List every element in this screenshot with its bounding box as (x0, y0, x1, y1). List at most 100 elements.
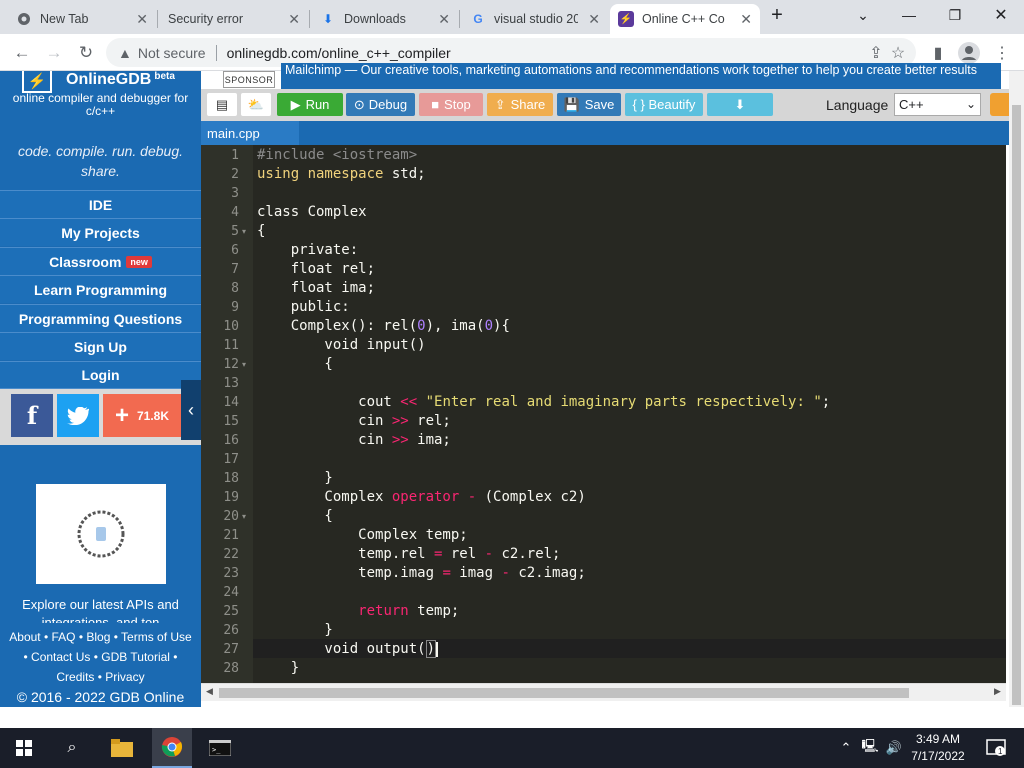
volume-icon[interactable]: 🔊 (882, 728, 906, 768)
code-line[interactable]: temp.imag = imag - c2.imag; (257, 564, 586, 583)
code-line[interactable]: } (257, 469, 332, 488)
close-icon[interactable]: ✕ (288, 11, 300, 28)
tab-online-cpp[interactable]: ⚡ Online C++ Co ✕ (610, 4, 760, 34)
share-count-button[interactable]: +71.8K (103, 394, 181, 437)
notification-icon[interactable]: 1 (982, 728, 1010, 768)
settings-icon[interactable] (990, 93, 1010, 116)
page-vertical-scrollbar[interactable] (1009, 71, 1024, 707)
ad-image[interactable] (36, 484, 166, 584)
code-line[interactable]: public: (257, 298, 350, 317)
facebook-icon[interactable]: f (11, 394, 53, 437)
code-line[interactable]: { (257, 355, 332, 374)
new-file-icon[interactable]: ▤ (207, 93, 237, 116)
forward-icon[interactable]: → (40, 39, 68, 67)
code-line[interactable]: Complex operator - (Complex c2) (257, 488, 585, 507)
code-line[interactable]: float rel; (257, 260, 375, 279)
code-line[interactable]: } (257, 659, 299, 678)
fold-arrow-icon[interactable]: ▾ (242, 512, 246, 521)
code-line[interactable]: class Complex (257, 203, 367, 222)
share-button[interactable]: ⇪ Share (487, 93, 553, 116)
editor-toolbar: ▤ ⛅ ▶ Run ⊙ Debug ■ Stop ⇪ Share 💾 Save { } B… (201, 89, 1010, 121)
line-number: 12 (223, 357, 239, 372)
sidebar-item-my-projects[interactable]: My Projects (0, 218, 201, 246)
chevron-up-icon[interactable]: ⌃ (836, 728, 856, 768)
code-line[interactable]: using namespace std; (257, 165, 426, 184)
twitter-icon[interactable] (57, 394, 99, 437)
file-explorer-icon[interactable] (104, 728, 140, 768)
new-tab-button[interactable]: + (760, 0, 794, 30)
sidebar-item-programming-questions[interactable]: Programming Questions (0, 304, 201, 332)
beautify-button[interactable]: { } Beautify (625, 93, 703, 116)
windows-start-icon[interactable] (6, 728, 42, 768)
language-select[interactable]: C++ ⌄ (894, 93, 981, 116)
chrome-taskbar-icon[interactable] (152, 728, 192, 768)
code-line[interactable]: temp.rel = rel - c2.rel; (257, 545, 560, 564)
system-clock[interactable]: 3:49 AM 7/17/2022 (906, 731, 970, 765)
scroll-left-icon[interactable]: ◀ (206, 686, 213, 697)
scroll-right-icon[interactable]: ▶ (994, 686, 1001, 697)
code-line[interactable]: cin >> ima; (257, 431, 451, 450)
code-editor[interactable]: #include <iostream> using namespace std;… (201, 145, 1006, 683)
code-line[interactable]: { (257, 222, 265, 241)
code-line[interactable]: private: (257, 241, 358, 260)
scroll-thumb[interactable] (1012, 105, 1021, 705)
stop-button[interactable]: ■ Stop (419, 93, 483, 116)
close-icon[interactable]: ✕ (438, 11, 450, 28)
sidebar-item-classroom[interactable]: Classroom new (0, 247, 201, 275)
code-line[interactable]: { (257, 507, 332, 526)
code-line[interactable]: } (257, 621, 332, 640)
collapse-sidebar-chevron-icon[interactable]: ‹ (181, 380, 201, 440)
back-icon[interactable]: ← (8, 39, 36, 67)
sponsor-ad-text[interactable]: Mailchimp — Our creative tools, marketin… (281, 63, 1001, 89)
sidebar-item-sign-up[interactable]: Sign Up (0, 332, 201, 360)
sidebar-item-login[interactable]: Login (0, 361, 201, 389)
fold-arrow-icon[interactable]: ▾ (242, 360, 246, 369)
url-text[interactable]: onlinegdb.com/online_c++_compiler (227, 45, 451, 61)
search-icon[interactable]: ⌕ (54, 728, 90, 768)
security-label[interactable]: Not secure (138, 45, 206, 61)
debug-button[interactable]: ⊙ Debug (346, 93, 415, 116)
tab-security-error[interactable]: Security error ✕ (160, 4, 308, 34)
horizontal-scrollbar[interactable]: ◀ ▶ (201, 683, 1006, 701)
code-line[interactable]: void input() (257, 336, 425, 355)
save-button[interactable]: 💾 Save (557, 93, 621, 116)
footer-line-1[interactable]: About • FAQ • Blog • Terms of Use (0, 627, 201, 647)
line-number: 11 (223, 338, 239, 353)
tab-new-tab[interactable]: New Tab ✕ (8, 4, 156, 34)
code-line[interactable]: #include <iostream> (257, 146, 417, 165)
warning-icon[interactable]: ▲ (118, 45, 132, 61)
close-icon[interactable]: ✕ (136, 11, 148, 28)
close-icon[interactable]: ✕ (740, 11, 752, 28)
footer-line-3[interactable]: Credits • Privacy (0, 667, 201, 687)
terminal-icon[interactable]: >_ (202, 728, 238, 768)
tab-downloads[interactable]: ⬇ Downloads ✕ (312, 4, 458, 34)
sponsor-label: SPONSOR (223, 71, 275, 88)
network-icon[interactable]: 🖳 (858, 728, 882, 768)
restore-icon[interactable]: ❐ (932, 0, 978, 30)
code-line-current[interactable]: void output() (257, 640, 439, 659)
code-line[interactable]: Complex temp; (257, 526, 468, 545)
sidebar-item-learn-programming[interactable]: Learn Programming (0, 275, 201, 303)
code-line[interactable]: cin >> rel; (257, 412, 451, 431)
sidebar-item-ide[interactable]: IDE (0, 190, 201, 218)
run-button[interactable]: ▶ Run (277, 93, 343, 116)
code-line[interactable]: float ima; (257, 279, 375, 298)
tab-search-icon[interactable]: ⌄ (840, 0, 886, 30)
reload-icon[interactable]: ↻ (72, 39, 100, 67)
upload-icon[interactable]: ⛅ (241, 93, 271, 116)
tab-main-cpp[interactable]: main.cpp (201, 121, 299, 145)
code-line[interactable]: cout << "Enter real and imaginary parts … (257, 393, 830, 412)
tab-label: Online C++ Co (642, 12, 725, 26)
download-icon[interactable]: ⬇ (707, 93, 773, 116)
tab-visual-studio[interactable]: G visual studio 20 ✕ (462, 4, 608, 34)
code-line[interactable]: return temp; (257, 602, 459, 621)
fold-arrow-icon[interactable]: ▾ (242, 227, 246, 236)
footer-line-2[interactable]: • Contact Us • GDB Tutorial • (0, 647, 201, 667)
scroll-thumb[interactable] (219, 688, 909, 698)
ad-text[interactable]: Explore our latest APIs and integrations… (0, 596, 201, 623)
minimize-icon[interactable]: — (886, 0, 932, 30)
close-icon[interactable]: ✕ (588, 11, 600, 28)
code-line[interactable]: Complex(): rel(0), ima(0){ (257, 317, 510, 336)
brand[interactable]: ⚡ OnlineGDB beta online compiler and debu… (0, 71, 201, 129)
close-window-icon[interactable]: ✕ (978, 0, 1024, 30)
